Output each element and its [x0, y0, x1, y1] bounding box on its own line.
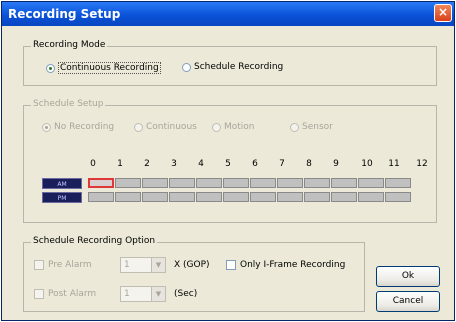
hour-label: 5 — [225, 159, 231, 169]
schedule-cell[interactable] — [358, 178, 384, 188]
am-row-label: AM — [42, 178, 82, 189]
hour-label: 3 — [171, 159, 177, 169]
schedule-cell[interactable] — [142, 178, 168, 188]
post-alarm-label: Post Alarm — [48, 289, 97, 299]
pm-row-label: PM — [42, 192, 82, 203]
post-alarm-select[interactable]: 1 ▼ — [120, 286, 166, 302]
schedule-cell[interactable] — [331, 192, 357, 202]
schedule-option-label: Schedule Recording Option — [31, 236, 158, 246]
schedule-cell[interactable] — [169, 192, 195, 202]
continuous-radio[interactable]: Continuous — [134, 122, 197, 132]
schedule-cell[interactable] — [304, 192, 330, 202]
hour-label: 0 — [90, 159, 96, 169]
schedule-cell[interactable] — [277, 178, 303, 188]
hour-label: 11 — [388, 159, 400, 169]
recording-mode-group: Recording Mode Continuous Recording Sche… — [23, 40, 437, 86]
continuous-label: Continuous — [146, 122, 197, 132]
schedule-cell[interactable] — [250, 178, 276, 188]
continuous-recording-radio[interactable]: Continuous Recording — [46, 62, 161, 74]
dialog-title: Recording Setup — [8, 7, 121, 21]
only-iframe-label: Only I-Frame Recording — [240, 260, 346, 270]
schedule-cell[interactable] — [304, 178, 330, 188]
radio-icon — [290, 122, 299, 132]
schedule-recording-radio[interactable]: Schedule Recording — [182, 62, 283, 72]
hour-label: 1 — [117, 159, 123, 169]
schedule-cell[interactable] — [88, 192, 114, 202]
schedule-cell[interactable] — [115, 192, 141, 202]
pre-alarm-label: Pre Alarm — [48, 260, 92, 270]
radio-icon — [182, 62, 191, 72]
no-recording-label: No Recording — [54, 122, 115, 132]
schedule-cell[interactable] — [385, 178, 411, 188]
pm-schedule-grid — [88, 192, 412, 202]
hour-label: 8 — [306, 159, 312, 169]
schedule-cell[interactable] — [331, 178, 357, 188]
pre-alarm-checkbox[interactable]: Pre Alarm — [34, 260, 92, 270]
hour-label: 2 — [144, 159, 150, 169]
schedule-cell[interactable] — [196, 178, 222, 188]
radio-icon — [42, 122, 51, 132]
radio-icon — [134, 122, 143, 132]
schedule-cell[interactable] — [277, 192, 303, 202]
post-alarm-checkbox[interactable]: Post Alarm — [34, 289, 96, 299]
schedule-cell[interactable] — [223, 178, 249, 188]
hour-label: 4 — [198, 159, 204, 169]
only-iframe-checkbox[interactable]: Only I-Frame Recording — [226, 260, 345, 270]
hour-label: 9 — [333, 159, 339, 169]
recording-setup-dialog: Recording Setup × Recording Mode Continu… — [1, 1, 455, 321]
schedule-cell[interactable] — [196, 192, 222, 202]
schedule-cell[interactable] — [88, 178, 114, 188]
radio-icon — [46, 63, 55, 73]
checkbox-icon — [226, 260, 236, 270]
schedule-recording-label: Schedule Recording — [194, 62, 284, 72]
schedule-cell[interactable] — [385, 192, 411, 202]
title-bar[interactable]: Recording Setup × — [2, 2, 454, 26]
checkbox-icon — [34, 289, 44, 299]
cancel-button[interactable]: Cancel — [376, 291, 440, 312]
no-recording-radio[interactable]: No Recording — [42, 122, 114, 132]
radio-icon — [212, 122, 221, 132]
hour-label: 12 — [416, 159, 428, 169]
schedule-setup-label: Schedule Setup — [31, 99, 106, 109]
continuous-recording-label: Continuous Recording — [58, 62, 161, 74]
close-button[interactable]: × — [434, 4, 452, 22]
dropdown-arrow-icon: ▼ — [151, 258, 165, 272]
hour-label: 10 — [361, 159, 373, 169]
sec-unit-label: (Sec) — [174, 289, 198, 299]
schedule-cell[interactable] — [223, 192, 249, 202]
sensor-label: Sensor — [302, 122, 333, 132]
hour-label: 6 — [252, 159, 258, 169]
checkbox-icon — [34, 260, 44, 270]
pre-alarm-value: 1 — [124, 260, 130, 270]
schedule-option-group: Schedule Recording Option Pre Alarm 1 ▼ … — [23, 236, 365, 312]
motion-radio[interactable]: Motion — [212, 122, 255, 132]
recording-mode-label: Recording Mode — [31, 40, 108, 50]
schedule-cell[interactable] — [142, 192, 168, 202]
schedule-cell[interactable] — [250, 192, 276, 202]
hour-label: 7 — [279, 159, 285, 169]
ok-button[interactable]: Ok — [376, 266, 440, 287]
pre-alarm-select[interactable]: 1 ▼ — [120, 257, 166, 273]
schedule-cell[interactable] — [115, 178, 141, 188]
sensor-radio[interactable]: Sensor — [290, 122, 333, 132]
gop-unit-label: X (GOP) — [174, 260, 210, 270]
schedule-cell[interactable] — [169, 178, 195, 188]
schedule-cell[interactable] — [358, 192, 384, 202]
motion-label: Motion — [224, 122, 255, 132]
am-schedule-grid — [88, 178, 412, 188]
dropdown-arrow-icon: ▼ — [151, 287, 165, 301]
post-alarm-value: 1 — [124, 289, 130, 299]
